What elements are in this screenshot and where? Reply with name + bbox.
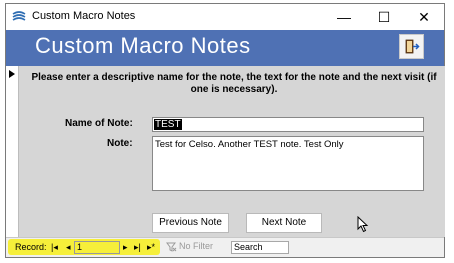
access-app-icon	[12, 11, 26, 21]
record-navigation-bar: Record: |◂ ◂ 1 ▸ ▸| ▸* No Filter Search	[6, 237, 444, 257]
new-record-button[interactable]: ▸*	[147, 242, 155, 253]
name-of-note-input[interactable]: TEST	[152, 117, 424, 132]
form-detail: Please enter a descriptive name for the …	[19, 66, 445, 237]
close-button[interactable]: ✕	[404, 4, 444, 30]
maximize-button[interactable]: ☐	[364, 4, 404, 30]
mouse-cursor-icon	[357, 216, 369, 233]
previous-record-button[interactable]: ◂	[66, 242, 71, 253]
minimize-button[interactable]: —	[324, 4, 364, 30]
filter-status: No Filter	[179, 241, 214, 251]
title-bar: Custom Macro Notes — ☐ ✕	[6, 4, 444, 30]
name-of-note-value: TEST	[154, 119, 182, 130]
exit-button[interactable]	[399, 34, 424, 59]
last-record-button[interactable]: ▸|	[134, 242, 141, 253]
exit-door-icon	[405, 39, 420, 54]
form-title: Custom Macro Notes	[35, 33, 251, 58]
note-textarea[interactable]: Test for Celso. Another TEST note. Test …	[152, 136, 424, 191]
first-record-button[interactable]: |◂	[51, 242, 58, 253]
window-title: Custom Macro Notes	[32, 10, 136, 22]
next-record-button[interactable]: ▸	[123, 242, 128, 253]
search-input[interactable]: Search	[231, 241, 289, 254]
previous-note-button[interactable]: Previous Note	[152, 213, 229, 233]
next-note-button[interactable]: Next Note	[246, 213, 322, 233]
filter-toggle[interactable]: No Filter	[166, 241, 226, 254]
instructions-text: Please enter a descriptive name for the …	[31, 72, 437, 95]
record-selector[interactable]	[6, 66, 19, 237]
form-header: Custom Macro Notes	[6, 30, 444, 66]
no-filter-icon	[166, 242, 177, 252]
current-record-input[interactable]: 1	[74, 241, 120, 254]
name-of-note-label: Name of Note:	[65, 118, 133, 129]
current-record-arrow-icon	[9, 70, 15, 78]
note-label: Note:	[107, 138, 133, 149]
app-window: Custom Macro Notes — ☐ ✕ Custom Macro No…	[5, 3, 445, 258]
record-label: Record:	[15, 242, 47, 252]
